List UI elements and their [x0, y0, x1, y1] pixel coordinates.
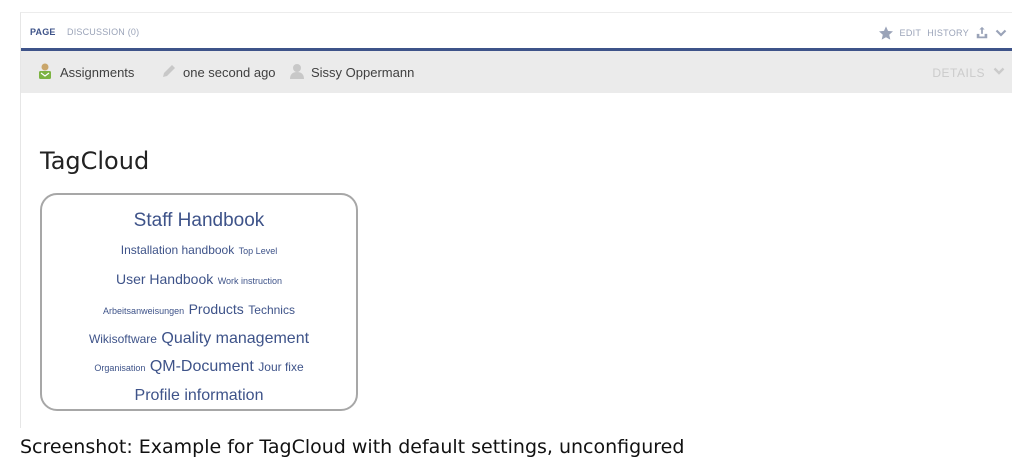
user-icon — [289, 63, 305, 82]
tagcloud-line: Staff Handbook — [42, 207, 356, 236]
tag-link[interactable]: Technics — [248, 303, 295, 317]
tagcloud-line: Organisation QM-Document Jour fixe — [42, 353, 356, 382]
history-link[interactable]: HISTORY — [927, 28, 969, 38]
tag-link[interactable]: Profile information — [135, 387, 264, 404]
author-item[interactable]: Sissy Oppermann — [289, 63, 414, 81]
tagcloud-line: Arbeitsanweisungen Products Technics — [42, 295, 356, 325]
modified-label: one second ago — [183, 64, 276, 80]
page-actions: EDIT HISTORY — [878, 23, 1007, 43]
tag-link[interactable]: QM-Document — [150, 358, 254, 375]
tag-link[interactable]: User Handbook — [116, 271, 213, 287]
tag-link[interactable]: Work instruction — [218, 276, 282, 286]
tagcloud-line: Installation handbook Top Level — [42, 236, 356, 265]
chevron-down-icon — [993, 65, 1005, 80]
tab-page[interactable]: PAGE — [30, 27, 56, 37]
tag-link[interactable]: Installation handbook — [121, 243, 234, 257]
pencil-icon — [161, 63, 177, 82]
tab-discussion[interactable]: DISCUSSION (0) — [67, 27, 139, 37]
tag-link[interactable]: Wikisoftware — [89, 332, 157, 346]
author-label: Sissy Oppermann — [311, 64, 415, 80]
share-icon[interactable] — [975, 26, 989, 40]
details-toggle[interactable]: DETAILS — [932, 65, 1005, 80]
tagcloud-line: Profile information — [42, 382, 356, 410]
page-title: TagCloud — [40, 147, 150, 175]
screenshot-caption: Screenshot: Example for TagCloud with de… — [20, 436, 685, 458]
edit-link[interactable]: EDIT — [900, 28, 922, 38]
tag-link[interactable]: Products — [189, 301, 244, 317]
tag-link[interactable]: Jour fixe — [258, 360, 303, 374]
tag-link[interactable]: Staff Handbook — [134, 210, 265, 231]
wiki-page-frame: PAGE DISCUSSION (0) EDIT HISTORY Assignm… — [20, 12, 1012, 428]
modified-item[interactable]: one second ago — [161, 63, 276, 81]
details-label: DETAILS — [932, 65, 985, 80]
page-content: TagCloud Staff Handbook Installation hand… — [21, 93, 1012, 429]
page-tabs-bar: PAGE DISCUSSION (0) EDIT HISTORY — [21, 13, 1012, 51]
tag-link[interactable]: Organisation — [94, 363, 145, 373]
star-icon[interactable] — [878, 25, 894, 41]
category-icon — [36, 62, 54, 83]
category-item[interactable]: Assignments — [36, 63, 134, 81]
tag-link[interactable]: Arbeitsanweisungen — [103, 306, 184, 316]
tag-link[interactable]: Quality management — [161, 330, 309, 347]
tag-link[interactable]: Top Level — [239, 246, 278, 256]
tagcloud-box: Staff Handbook Installation handbook Top … — [40, 193, 358, 411]
tagcloud-line: User Handbook Work instruction — [42, 265, 356, 295]
chevron-down-icon[interactable] — [995, 27, 1007, 39]
page-info-bar: Assignments one second ago Sissy Opperma… — [21, 51, 1012, 93]
tagcloud-line: Wikisoftware Quality management — [42, 325, 356, 353]
category-label: Assignments — [60, 64, 135, 80]
